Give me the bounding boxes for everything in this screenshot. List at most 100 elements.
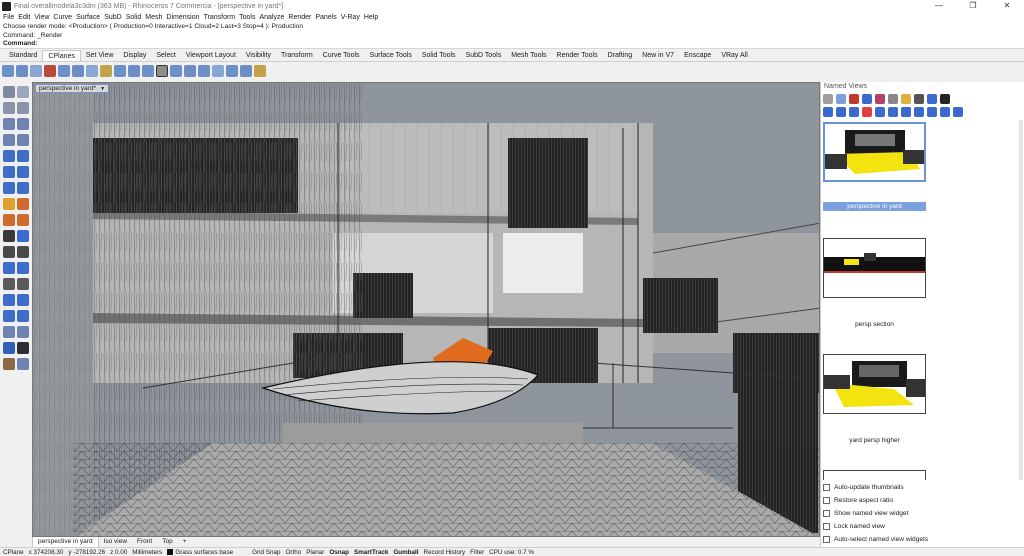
surface-icon[interactable] <box>3 150 15 162</box>
polygon-icon[interactable] <box>17 134 29 146</box>
option-auto-update-thumbnails[interactable]: Auto-update thumbnails <box>823 482 904 492</box>
thumbnail-size-icon[interactable] <box>940 107 950 117</box>
maximize-button[interactable]: ❐ <box>956 0 990 12</box>
cplane-elevation-icon[interactable] <box>16 65 28 77</box>
cplane-by-icon[interactable] <box>254 65 266 77</box>
tab-standard[interactable]: Standard <box>4 50 42 61</box>
properties-panel-icon[interactable] <box>836 94 846 104</box>
menu-transform[interactable]: Transform <box>204 14 236 21</box>
view-thumbnail-perspective-in-yard[interactable] <box>823 122 926 182</box>
sphere-icon[interactable] <box>17 166 29 178</box>
menu-mesh[interactable]: Mesh <box>145 14 162 21</box>
menu-file[interactable]: File <box>3 14 14 21</box>
view-name-label[interactable]: yard persp higher <box>823 436 926 445</box>
filter-toggle[interactable]: Filter <box>470 549 484 556</box>
save-view-icon[interactable] <box>823 107 833 117</box>
cplane-world-right-icon[interactable] <box>142 65 154 77</box>
tab-new-in-v7[interactable]: New in V7 <box>637 50 679 61</box>
menu-help[interactable]: Help <box>364 14 378 21</box>
rotate-icon[interactable] <box>3 262 15 274</box>
view-thumbnail-partial[interactable] <box>823 470 926 480</box>
text-icon[interactable] <box>17 326 29 338</box>
status-layer[interactable]: Grass surfaces base <box>167 549 233 556</box>
import-view-icon[interactable] <box>875 107 885 117</box>
tab-vray-all[interactable]: VRay All <box>716 50 752 61</box>
tab-drafting[interactable]: Drafting <box>603 50 638 61</box>
tab-select[interactable]: Select <box>151 50 180 61</box>
menu-edit[interactable]: Edit <box>18 14 30 21</box>
tab-render-tools[interactable]: Render Tools <box>552 50 603 61</box>
menu-analyze[interactable]: Analyze <box>259 14 284 21</box>
cplane-rotate-icon[interactable] <box>44 65 56 77</box>
options-icon[interactable] <box>17 358 29 370</box>
menu-curve[interactable]: Curve <box>53 14 72 21</box>
view-thumbnail-persp-section[interactable] <box>823 238 926 298</box>
redo-cplane-icon[interactable] <box>198 65 210 77</box>
array-icon[interactable] <box>17 310 29 322</box>
option-lock-named-view[interactable]: Lock named view <box>823 521 885 531</box>
tab-viewport-layout[interactable]: Viewport Layout <box>181 50 241 61</box>
rename-view-icon[interactable] <box>901 107 911 117</box>
light-panel-icon[interactable] <box>875 94 885 104</box>
viewport-tab-top[interactable]: Top <box>157 537 177 547</box>
cplane-origin-icon[interactable] <box>2 65 14 77</box>
menu-subd[interactable]: SubD <box>104 14 122 21</box>
tab-set-view[interactable]: Set View <box>81 50 119 61</box>
subd-icon[interactable] <box>3 214 15 226</box>
cplane-curve-icon[interactable] <box>72 65 84 77</box>
checkbox[interactable] <box>823 509 830 517</box>
grid-snap-toggle[interactable]: Grid Snap <box>252 549 280 556</box>
record-history-toggle[interactable]: Record History <box>424 549 466 556</box>
viewport-tab-iso-view[interactable]: Iso view <box>99 537 132 547</box>
view-name-label[interactable]: perspective in yard <box>823 202 926 211</box>
select-arrow-icon[interactable] <box>3 86 15 98</box>
menu-render[interactable]: Render <box>288 14 311 21</box>
cplane-object-icon[interactable] <box>58 65 70 77</box>
tab-subd-tools[interactable]: SubD Tools <box>461 50 507 61</box>
check-icon[interactable] <box>17 342 29 354</box>
restore-view-icon[interactable] <box>849 107 859 117</box>
cplane-z-axis-icon[interactable] <box>30 65 42 77</box>
circle-icon[interactable] <box>3 118 15 130</box>
tab-surface-tools[interactable]: Surface Tools <box>365 50 417 61</box>
group-icon[interactable] <box>3 310 15 322</box>
render-icon[interactable] <box>3 358 15 370</box>
status-cplane[interactable]: CPlane <box>3 549 24 556</box>
cplane-view-icon[interactable] <box>100 65 112 77</box>
polyline-icon[interactable] <box>3 102 15 114</box>
mesh-tools-icon[interactable] <box>17 198 29 210</box>
option-restore-aspect-ratio[interactable]: Restore aspect ratio <box>823 495 893 505</box>
point-icon[interactable] <box>17 86 29 98</box>
tab-enscape[interactable]: Enscape <box>679 50 716 61</box>
cplane-surface-icon[interactable] <box>212 65 224 77</box>
named-cplanes-icon[interactable] <box>170 65 182 77</box>
edit-view-icon[interactable] <box>836 107 846 117</box>
tab-curve-tools[interactable]: Curve Tools <box>318 50 365 61</box>
viewport-menu-chevron-icon[interactable]: ▼ <box>100 85 105 93</box>
subd-tools-icon[interactable] <box>17 214 29 226</box>
tab-solid-tools[interactable]: Solid Tools <box>417 50 461 61</box>
help-panel-icon[interactable] <box>888 94 898 104</box>
planar-toggle[interactable]: Planar <box>306 549 324 556</box>
view-down-icon[interactable] <box>927 107 937 117</box>
named-views-panel-icon[interactable] <box>940 94 950 104</box>
view-thumbnail-yard-persp-higher[interactable] <box>823 354 926 414</box>
viewport-tab-perspective-in-yard[interactable]: perspective in yard <box>32 536 99 548</box>
cplane-3-points-icon[interactable] <box>86 65 98 77</box>
dimension-icon[interactable] <box>3 326 15 338</box>
extrude-icon[interactable] <box>17 150 29 162</box>
materials-panel-icon[interactable] <box>849 94 859 104</box>
minimize-button[interactable]: — <box>922 0 956 12</box>
split-icon[interactable] <box>17 278 29 290</box>
viewport-title[interactable]: perspective in yard* ▼ <box>35 84 110 93</box>
scale-icon[interactable] <box>17 262 29 274</box>
libraries-panel-icon[interactable] <box>901 94 911 104</box>
menu-dimension[interactable]: Dimension <box>166 14 199 21</box>
tab-transform[interactable]: Transform <box>276 50 318 61</box>
command-prompt[interactable]: Command: <box>3 40 1024 49</box>
option-auto-select-named-view-widgets[interactable]: Auto-select named view widgets <box>823 534 928 544</box>
environment-panel-icon[interactable] <box>862 94 872 104</box>
tab-display[interactable]: Display <box>118 50 151 61</box>
mesh-icon[interactable] <box>3 198 15 210</box>
option-show-named-view-widget[interactable]: Show named view widget <box>823 508 908 518</box>
